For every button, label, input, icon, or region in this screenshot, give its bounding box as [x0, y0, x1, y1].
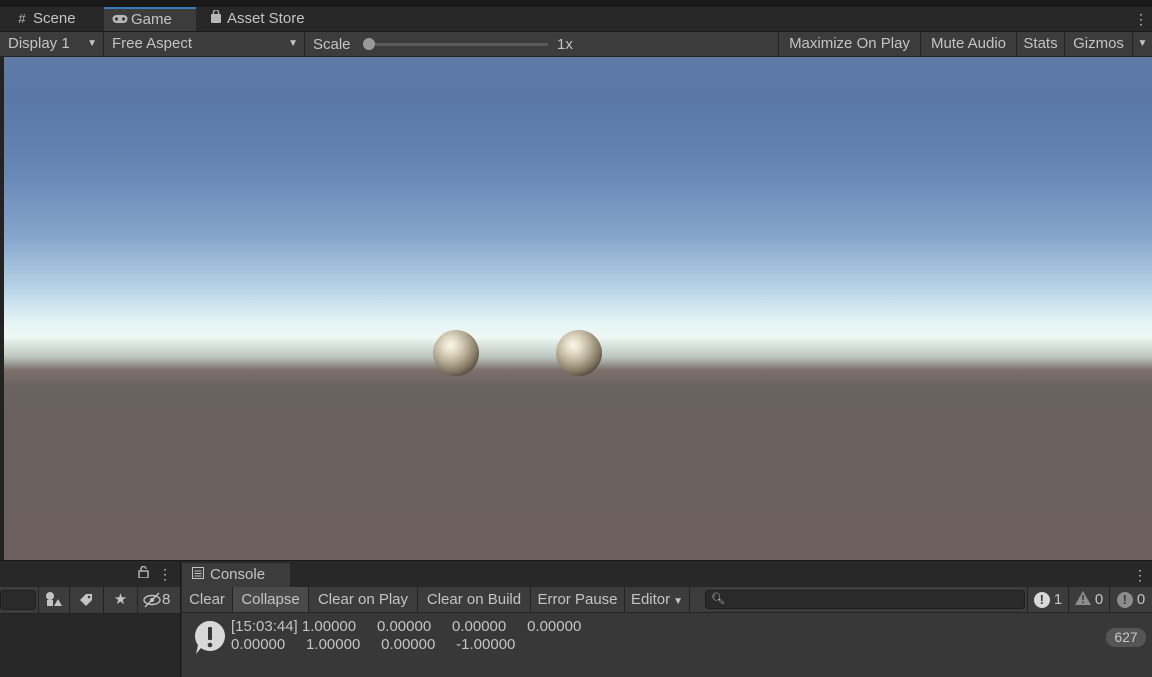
- scale-slider[interactable]: [363, 38, 548, 50]
- hidden-count: 8: [162, 591, 171, 608]
- window-top-strip: [0, 0, 1152, 7]
- scale-value: 1x: [557, 36, 573, 53]
- sphere-left: [433, 330, 479, 376]
- editor-dropdown-label: Editor: [630, 591, 671, 608]
- hierarchy-panel: ⋮ ★ 8: [0, 561, 181, 677]
- error-filter-toggle[interactable]: ! 0: [1110, 587, 1152, 612]
- game-toolbar: Display 1 ▼ Free Aspect ▼ Scale 1x Maxim…: [0, 32, 1152, 57]
- more-options-icon[interactable]: ⋮: [1133, 568, 1147, 582]
- clear-label: Clear: [189, 591, 225, 608]
- mute-audio-button[interactable]: Mute Audio: [920, 32, 1016, 56]
- log-entry[interactable]: [15:03:44] 1.00000 0.00000 0.00000 0.000…: [182, 613, 1152, 677]
- tab-console-label: Console: [210, 566, 266, 583]
- console-toolbar: Clear Collapse Clear on Play Clear on Bu…: [182, 587, 1152, 613]
- sphere-right: [556, 330, 602, 376]
- chevron-down-icon: ▼: [288, 38, 298, 49]
- warning-count: 0: [1094, 591, 1104, 608]
- tab-console[interactable]: Console: [182, 563, 290, 587]
- tab-scene-label: Scene: [33, 10, 76, 27]
- scale-label: Scale: [313, 36, 351, 53]
- star-icon[interactable]: ★: [103, 587, 137, 613]
- editor-tab-bar: # Scene Game Asset Store ⋮: [0, 7, 1152, 32]
- shapes-filter-icon[interactable]: [38, 587, 69, 613]
- chevron-down-icon: ▼: [673, 596, 684, 607]
- collapse-count-badge: 627: [1106, 628, 1146, 647]
- error-pause-label: Error Pause: [537, 591, 618, 608]
- clear-on-play-toggle[interactable]: Clear on Play: [309, 587, 418, 612]
- info-icon: !: [1033, 592, 1050, 609]
- collapse-label: Collapse: [241, 591, 300, 608]
- console-log-list: [15:03:44] 1.00000 0.00000 0.00000 0.000…: [182, 613, 1152, 677]
- gamepad-icon: [112, 9, 128, 31]
- grid-icon: #: [18, 11, 26, 26]
- hidden-objects-toggle[interactable]: 8: [137, 587, 181, 613]
- display-dropdown-value: Display 1: [8, 35, 70, 52]
- display-dropdown[interactable]: Display 1 ▼: [0, 32, 104, 56]
- hierarchy-toolbar: ★ 8: [0, 587, 180, 614]
- chevron-down-icon: ▼: [87, 38, 97, 49]
- search-icon: 🔍︎: [711, 593, 725, 605]
- aspect-dropdown-value: Free Aspect: [112, 35, 193, 52]
- stats-label: Stats: [1023, 35, 1058, 52]
- info-filter-toggle[interactable]: ! 1: [1027, 587, 1069, 612]
- info-message-icon: [193, 620, 227, 660]
- info-count: 1: [1053, 591, 1063, 608]
- clear-on-build-toggle[interactable]: Clear on Build: [418, 587, 531, 612]
- game-viewport[interactable]: [4, 57, 1152, 560]
- error-count: 0: [1136, 591, 1146, 608]
- editor-dropdown[interactable]: Editor ▼: [625, 587, 690, 612]
- store-bag-icon: [208, 7, 224, 31]
- tab-game[interactable]: Game: [104, 7, 196, 31]
- gizmos-button[interactable]: Gizmos: [1064, 32, 1132, 56]
- log-entry-line1: [15:03:44] 1.00000 0.00000 0.00000 0.000…: [231, 618, 582, 635]
- maximize-on-play-button[interactable]: Maximize On Play: [778, 32, 920, 56]
- more-options-icon[interactable]: ⋮: [158, 567, 172, 581]
- console-search-input[interactable]: 🔍︎: [705, 590, 1025, 609]
- aspect-dropdown[interactable]: Free Aspect ▼: [104, 32, 305, 56]
- console-list-icon: [192, 563, 206, 587]
- clear-button[interactable]: Clear: [182, 587, 233, 612]
- mute-audio-label: Mute Audio: [930, 35, 1007, 52]
- warning-icon: [1074, 588, 1091, 613]
- gizmos-label: Gizmos: [1073, 35, 1124, 52]
- hierarchy-search-input[interactable]: [0, 590, 36, 610]
- error-pause-toggle[interactable]: Error Pause: [531, 587, 625, 612]
- maximize-on-play-label: Maximize On Play: [789, 35, 910, 52]
- tab-asset-store-label: Asset Store: [227, 10, 305, 27]
- stats-button[interactable]: Stats: [1016, 32, 1064, 56]
- warning-filter-toggle[interactable]: 0: [1069, 587, 1110, 612]
- log-entry-line2: 0.00000 1.00000 0.00000 -1.00000: [231, 636, 516, 653]
- gizmos-dropdown-icon[interactable]: ▼: [1132, 32, 1152, 56]
- eye-hidden-icon: [143, 587, 161, 622]
- scale-slider-thumb[interactable]: [363, 38, 375, 50]
- lock-icon[interactable]: [138, 565, 149, 581]
- more-options-icon[interactable]: ⋮: [1134, 12, 1148, 26]
- tab-game-label: Game: [131, 11, 172, 28]
- clear-on-play-label: Clear on Play: [317, 591, 409, 608]
- collapse-toggle[interactable]: Collapse: [233, 587, 309, 612]
- tab-scene[interactable]: # Scene: [6, 7, 102, 31]
- error-icon: !: [1116, 592, 1133, 609]
- tab-asset-store[interactable]: Asset Store: [200, 7, 320, 31]
- clear-on-build-label: Clear on Build: [426, 591, 522, 608]
- tag-icon[interactable]: [69, 587, 103, 613]
